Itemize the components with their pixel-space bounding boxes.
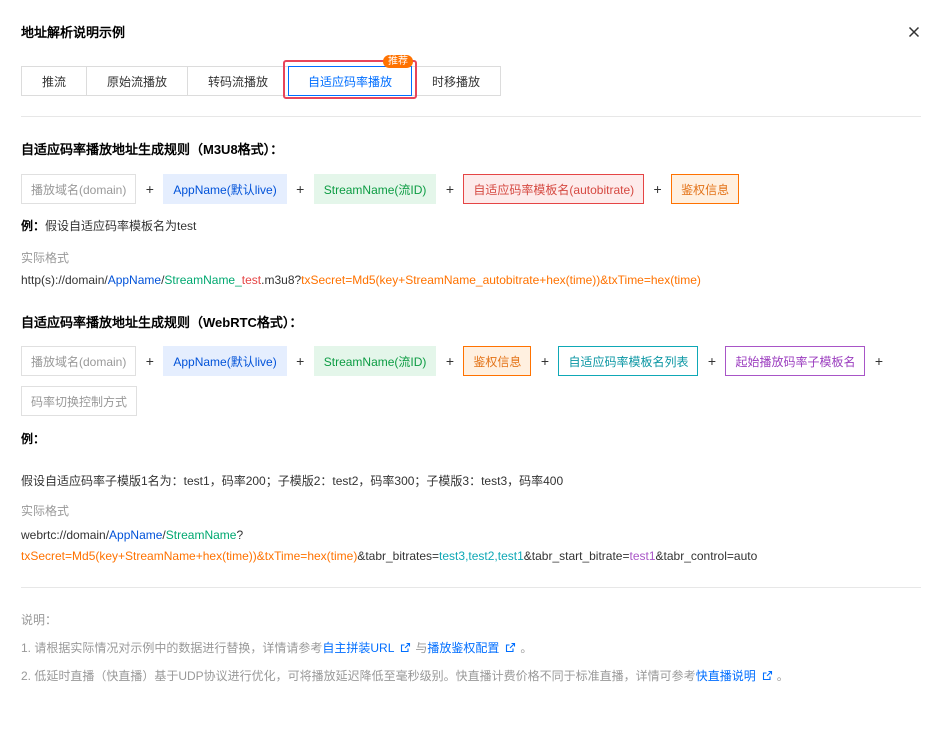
note-text: 。: [776, 669, 789, 683]
appname-chip: AppName(默认live): [163, 174, 287, 204]
start-template-chip: 起始播放码率子模板名: [725, 346, 866, 376]
tab-bar: 推流 原始流播放 转码流播放 自适应码率播放 推荐 时移播放: [21, 55, 501, 99]
url-start-bitrate: test1: [629, 549, 656, 563]
plus-sign: +: [540, 353, 550, 369]
external-link-icon: [506, 642, 516, 653]
m3u8-rule-row: 播放域名(domain) + AppName(默认live) + StreamN…: [21, 174, 740, 204]
auth-chip: 鉴权信息: [671, 174, 740, 204]
link-text: 快直播说明: [695, 669, 756, 683]
webrtc-example-label: 例：: [21, 430, 45, 447]
tab-label: 时移播放: [431, 74, 480, 89]
webrtc-url-line-1: webrtc://domain/AppName/StreamName?: [21, 528, 243, 542]
url-part: _: [235, 273, 242, 287]
tab-label: 原始流播放: [106, 74, 167, 89]
webrtc-url-line-2: txSecret=Md5(key+StreamName+hex(time))&t…: [21, 549, 757, 563]
tab-transcode-play[interactable]: 转码流播放: [187, 66, 289, 96]
webrtc-rule-row: 播放域名(domain) + AppName(默认live) + StreamN…: [21, 346, 892, 376]
note-2: 2. 低延时直播（快直播）基于UDP协议进行优化，可将播放延迟降低至毫秒级别。快…: [21, 667, 789, 684]
url-part: webrtc://domain/: [21, 528, 110, 542]
tab-original-play[interactable]: 原始流播放: [86, 66, 188, 96]
note-1: 1. 请根据实际情况对示例中的数据进行替换，详情请参考自主拼装URL 与播放鉴权配…: [21, 639, 532, 656]
plus-sign: +: [145, 181, 154, 197]
url-part: &tabr_bitrates=: [357, 549, 440, 563]
url-part: .m3u8?: [261, 273, 302, 287]
link-fast-live[interactable]: 快直播说明: [696, 669, 777, 683]
url-streamname: StreamName: [165, 528, 237, 542]
link-text: 播放鉴权配置: [427, 641, 500, 655]
plus-sign: +: [445, 353, 455, 369]
m3u8-example: 例：假设自适应码率模板名为test: [21, 217, 196, 234]
plus-sign: +: [296, 181, 305, 197]
note-text: 1. 请根据实际情况对示例中的数据进行替换，详情请参考: [21, 641, 323, 655]
url-auth: txSecret=Md5(key+StreamName_autobitrate+…: [301, 273, 701, 287]
note-text: 与: [415, 641, 428, 655]
external-link-icon: [762, 670, 772, 681]
note-text: 。: [520, 641, 533, 655]
appname-chip: AppName(默认live): [163, 346, 287, 376]
example-label: 例：: [21, 432, 46, 446]
example-label: 例：: [21, 219, 46, 233]
external-link-icon: [401, 642, 411, 653]
m3u8-format-caption: 实际格式: [21, 251, 70, 265]
url-part: &tabr_control=auto: [655, 549, 758, 563]
tab-timeshift[interactable]: 时移播放: [411, 66, 501, 96]
url-bitrates: test3,test2,test1: [439, 549, 524, 563]
template-chip: 自适应码率模板名(autobitrate): [463, 174, 645, 204]
tab-push[interactable]: 推流: [21, 66, 87, 96]
url-auth: txSecret=Md5(key+StreamName+hex(time))&t…: [21, 549, 358, 563]
webrtc-rule-row-2: 码率切换控制方式: [21, 386, 138, 416]
link-custom-url[interactable]: 自主拼装URL: [322, 641, 415, 655]
url-appname: AppName: [107, 273, 162, 287]
url-part: &tabr_start_bitrate=: [523, 549, 630, 563]
streamname-chip: StreamName(流ID): [313, 174, 437, 204]
note-text: 2. 低延时直播（快直播）基于UDP协议进行优化，可将播放延迟降低至毫秒级别。快…: [21, 669, 696, 683]
divider: [21, 587, 921, 588]
recommend-badge: 推荐: [383, 55, 413, 68]
url-part: http(s)://domain/: [21, 273, 108, 287]
dialog-title: 地址解析说明示例: [21, 25, 126, 40]
webrtc-section-title: 自适应码率播放地址生成规则（WebRTC格式）：: [21, 315, 303, 330]
link-text: 自主拼装URL: [322, 641, 395, 655]
webrtc-format-caption: 实际格式: [21, 504, 70, 518]
streamname-chip: StreamName(流ID): [313, 346, 437, 376]
switch-mode-chip: 码率切换控制方式: [21, 386, 138, 416]
m3u8-section-title: 自适应码率播放地址生成规则（M3U8格式）：: [21, 142, 284, 157]
notes-heading: 说明：: [21, 613, 58, 627]
url-part: ?: [236, 528, 244, 542]
plus-sign: +: [874, 353, 884, 369]
divider: [21, 116, 921, 117]
example-text: 假设自适应码率模板名为test: [45, 219, 197, 233]
url-streamname: StreamName: [164, 273, 236, 287]
tab-adaptive-bitrate[interactable]: 自适应码率播放 推荐: [283, 55, 417, 99]
tab-label: 自适应码率播放: [307, 74, 392, 89]
link-play-auth[interactable]: 播放鉴权配置: [427, 641, 520, 655]
m3u8-url: http(s)://domain/AppName/StreamName_test…: [21, 273, 701, 287]
tab-label: 推流: [41, 74, 66, 89]
template-list-chip: 自适应码率模板名列表: [558, 346, 699, 376]
domain-chip: 播放域名(domain): [21, 346, 137, 376]
close-button[interactable]: [906, 24, 922, 40]
plus-sign: +: [707, 353, 717, 369]
domain-chip: 播放域名(domain): [21, 174, 137, 204]
webrtc-example-text: 假设自适应码率子模版1名为：test1，码率200；子模版2：test2，码率3…: [21, 474, 564, 488]
url-template: test: [241, 273, 262, 287]
auth-chip: 鉴权信息: [463, 346, 532, 376]
close-icon: [908, 26, 920, 38]
plus-sign: +: [445, 181, 455, 197]
plus-sign: +: [296, 353, 305, 369]
tab-label: 转码流播放: [207, 74, 268, 89]
plus-sign: +: [653, 181, 662, 197]
plus-sign: +: [145, 353, 154, 369]
url-appname: AppName: [109, 528, 163, 542]
